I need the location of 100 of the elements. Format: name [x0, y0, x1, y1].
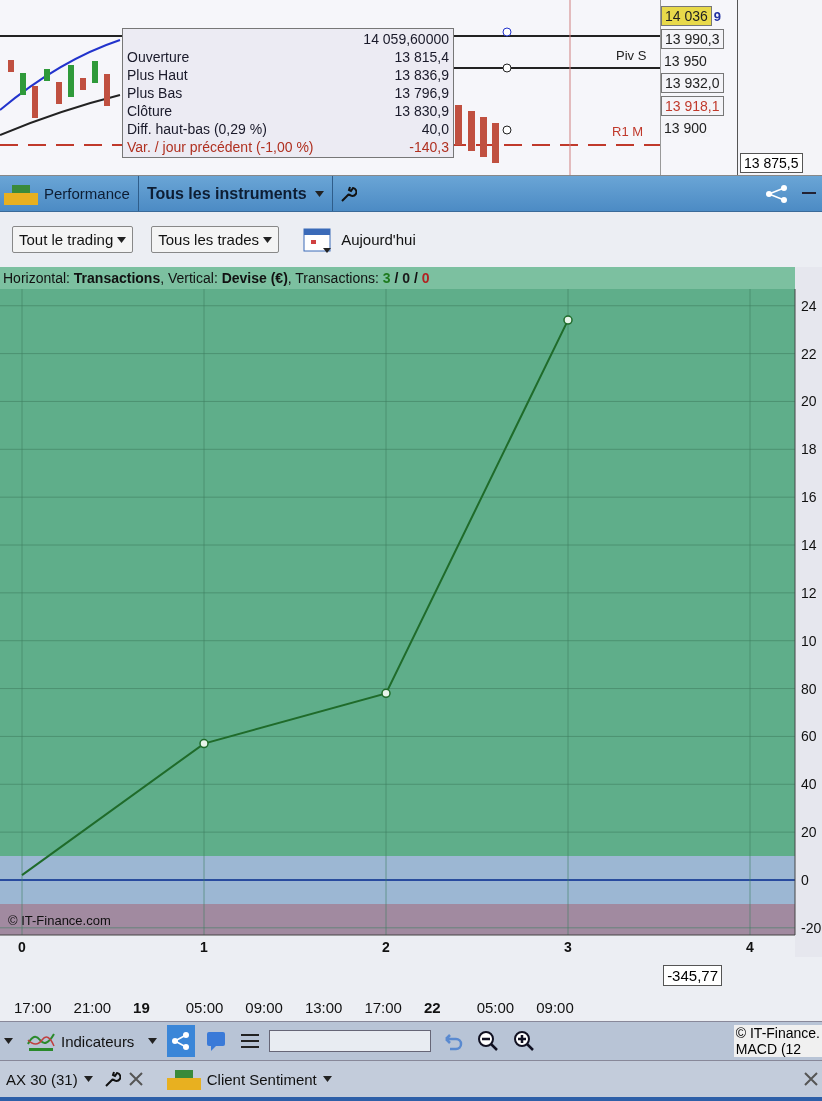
- time-label: 05:00: [476, 998, 515, 1016]
- tooltip-value: 13 815,4: [394, 49, 449, 65]
- candlestick: [92, 61, 98, 83]
- copyright-text: © IT-Finance.: [735, 1025, 820, 1041]
- tooltip-label: Ouverture: [127, 49, 190, 65]
- tooltip-label: Diff. haut-bas (0,29 %): [127, 121, 267, 137]
- separator-text: /: [412, 270, 419, 286]
- caret-icon: [4, 1038, 13, 1044]
- data-point: [199, 738, 209, 749]
- panel-tab[interactable]: Client Sentiment: [200, 1062, 338, 1096]
- price-tag: 13 875,5: [740, 153, 803, 173]
- y-tick-label: 22: [801, 345, 817, 362]
- price-tag: 13 932,0: [661, 73, 724, 93]
- separator-text: /: [393, 270, 400, 286]
- value-tag: -345,77: [663, 964, 722, 986]
- x-tick-label: 4: [746, 939, 754, 955]
- count-value: 0: [421, 270, 430, 286]
- x-tick-label: 2: [382, 939, 390, 955]
- x-tick-label: 0: [18, 939, 26, 955]
- panel-tab[interactable]: AX 30 (31): [0, 1062, 99, 1096]
- time-label: 22: [423, 998, 441, 1016]
- share-icon: [764, 183, 790, 204]
- tooltip-value: 13 836,9: [394, 67, 449, 83]
- pivot-marker: [502, 27, 512, 37]
- line-label: R1 M: [612, 124, 644, 139]
- time-label: 21:00: [73, 998, 112, 1016]
- y-tick-label: 18: [801, 441, 817, 458]
- price-tag: 14 036: [661, 6, 712, 26]
- close-icon: [804, 1072, 818, 1086]
- tooltip-value: 14 059,60000: [363, 31, 449, 47]
- candlestick: [492, 123, 499, 163]
- demo-badge-icon: [4, 182, 38, 205]
- candlestick: [68, 65, 74, 97]
- tooltip-value: -140,3: [409, 139, 449, 155]
- share-icon: [171, 1031, 192, 1051]
- line-label: Piv S: [616, 48, 647, 63]
- instrument-menu[interactable]: Tous les instruments: [137, 176, 333, 211]
- tooltip-label: Plus Bas: [127, 85, 183, 101]
- time-label: 09:00: [536, 998, 574, 1016]
- calendar-icon: [303, 225, 334, 254]
- tooltip-value: 13 830,9: [394, 103, 449, 119]
- y-tick-label: 24: [801, 297, 817, 314]
- indicator-label: MACD (12: [735, 1041, 803, 1057]
- pivot-marker: [502, 63, 512, 73]
- y-tick-label: 60: [801, 728, 817, 745]
- candlestick: [80, 78, 86, 90]
- share-button[interactable]: [167, 1025, 196, 1057]
- y-tick-label: 20: [801, 824, 817, 841]
- axis-description: Horizontal: Transactions, Vertical: Devise (€), Transactions:: [3, 270, 380, 286]
- close-icon: [128, 1072, 143, 1086]
- y-tick-label: 80: [801, 680, 817, 697]
- caret-icon: [83, 1076, 93, 1082]
- y-tick-label: 10: [801, 632, 817, 649]
- caret-icon: [322, 1076, 332, 1082]
- caret-icon: [117, 236, 127, 243]
- time-label: 17:00: [14, 998, 52, 1016]
- data-point: [381, 688, 391, 699]
- scroll-bar[interactable]: [269, 1030, 432, 1052]
- y-tick-label: 16: [801, 489, 817, 506]
- candlestick: [104, 74, 110, 106]
- x-tick-label: 1: [200, 939, 208, 955]
- caret-icon: [148, 1038, 158, 1044]
- data-point: [563, 315, 573, 325]
- caret-icon: [314, 190, 324, 197]
- indicators-button[interactable]: Indicateurs: [23, 1025, 139, 1057]
- candlestick: [32, 86, 38, 118]
- y-tick-label: 12: [801, 584, 817, 601]
- count-value: 3: [382, 270, 391, 286]
- chat-icon: [205, 1030, 228, 1052]
- x-tick-label: 3: [564, 939, 572, 955]
- y-tick-label: 14: [801, 537, 817, 553]
- y-tick-label: 0: [801, 871, 809, 888]
- tooltip-value: 40,0: [421, 121, 449, 137]
- demo-badge-icon: [166, 1068, 201, 1090]
- candlestick: [455, 105, 462, 145]
- y-tick-label: 20: [801, 393, 817, 410]
- date-picker[interactable]: Aujourd'hui: [297, 224, 422, 255]
- time-label: 09:00: [245, 998, 283, 1016]
- filter-dropdown[interactable]: Tout le trading: [12, 226, 134, 253]
- candlestick: [44, 69, 50, 81]
- candlestick: [56, 82, 62, 104]
- candlestick: [20, 73, 26, 95]
- time-label: 05:00: [185, 998, 224, 1016]
- y-tick-label: -20: [801, 919, 822, 936]
- caret-icon: [263, 236, 273, 243]
- candlestick: [8, 60, 14, 72]
- tooltip-label: Var. / jour précédent (-1,00 %): [127, 139, 314, 155]
- time-label: 19: [133, 998, 150, 1016]
- count-label: 9: [713, 8, 722, 24]
- tooltip-value: 13 796,9: [394, 85, 449, 101]
- filter-dropdown[interactable]: Tous les trades: [151, 226, 280, 253]
- zoom-out-icon: [477, 1030, 500, 1052]
- pivot-marker: [502, 125, 512, 135]
- count-value: 0: [402, 270, 410, 286]
- candlestick: [468, 111, 475, 151]
- price-tag: 13 918,1: [661, 96, 724, 116]
- time-label: 13:00: [304, 998, 343, 1016]
- y-tick-label: 40: [801, 776, 817, 793]
- tooltip-label: Clôture: [127, 103, 173, 119]
- time-label: 17:00: [364, 998, 402, 1016]
